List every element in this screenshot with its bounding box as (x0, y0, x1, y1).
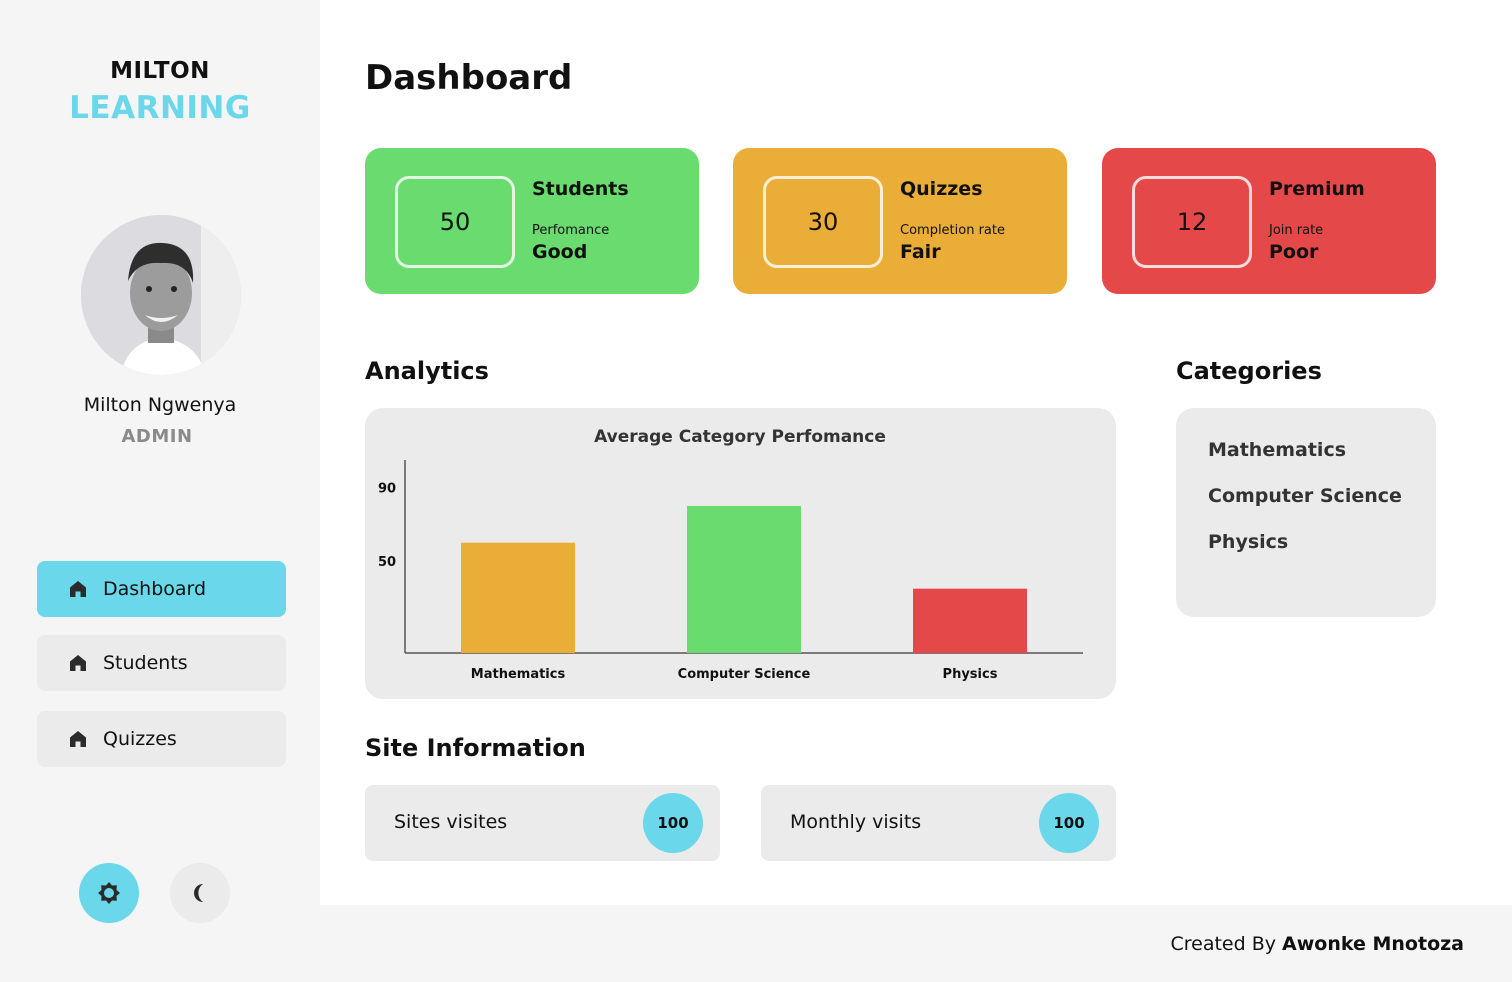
stat-rating: Fair (900, 241, 941, 263)
footer-author: Awonke Mnotoza (1282, 933, 1464, 955)
page-title: Dashboard (365, 58, 573, 98)
category-item-physics[interactable]: Physics (1208, 531, 1288, 553)
sidebar: MILTON LEARNING Milton Ngwenya ADMIN Das… (0, 0, 320, 982)
site-visits-card: Sites visites 100 (365, 785, 720, 861)
categories-card: Mathematics Computer Science Physics (1176, 408, 1436, 617)
sun-icon (98, 882, 120, 904)
stat-value: 50 (395, 176, 515, 268)
avatar (81, 215, 241, 375)
stat-subtitle: Completion rate (900, 223, 1005, 238)
stat-subtitle: Perfomance (532, 223, 610, 238)
moon-icon (194, 884, 203, 902)
user-role: ADMIN (121, 426, 193, 447)
stat-card-premium[interactable]: 12 Premium Join rate Poor (1102, 148, 1436, 294)
analytics-chart-card: Average Category Perfomance 50 90 Mathemati… (365, 408, 1116, 699)
sidebar-item-quizzes[interactable]: Quizzes (37, 711, 286, 767)
stat-title: Premium (1269, 178, 1365, 200)
monthly-visits-count: 100 (1039, 793, 1099, 853)
footer: Created By Awonke Mnotoza (320, 905, 1512, 982)
category-item-mathematics[interactable]: Mathematics (1208, 439, 1346, 461)
sidebar-item-label: Dashboard (103, 578, 207, 600)
bar-physics (913, 588, 1027, 653)
monthly-visits-card: Monthly visits 100 (761, 785, 1116, 861)
categories-title: Categories (1176, 357, 1322, 385)
user-name: Milton Ngwenya (83, 394, 237, 416)
sidebar-item-dashboard[interactable]: Dashboard (37, 561, 286, 617)
x-tick-label: Physics (943, 667, 998, 682)
footer-credit: Created By Awonke Mnotoza (1170, 933, 1464, 955)
stat-value: 12 (1132, 176, 1252, 268)
home-icon (69, 654, 87, 672)
y-tick-label: 50 (378, 555, 396, 570)
site-visits-count: 100 (643, 793, 703, 853)
y-tick-label: 90 (378, 482, 396, 497)
light-mode-button[interactable] (79, 863, 139, 923)
category-item-computer-science[interactable]: Computer Science (1208, 485, 1402, 507)
home-icon (69, 730, 87, 748)
stat-title: Students (532, 178, 629, 200)
sidebar-item-label: Quizzes (103, 728, 177, 750)
sidebar-item-students[interactable]: Students (37, 635, 286, 691)
chart-title: Average Category Perfomance (594, 427, 886, 447)
site-visits-label: Sites visites (394, 811, 508, 833)
profile-photo (81, 215, 241, 375)
dark-mode-button[interactable] (170, 863, 230, 923)
x-tick-label: Mathematics (471, 667, 566, 682)
sidebar-item-label: Students (103, 652, 188, 674)
bar-mathematics (461, 542, 575, 653)
stat-title: Quizzes (900, 178, 983, 200)
footer-prefix: Created By (1170, 933, 1276, 955)
stat-card-students[interactable]: 50 Students Perfomance Good (365, 148, 699, 294)
home-icon (69, 580, 87, 598)
stat-subtitle: Join rate (1269, 223, 1324, 238)
stat-rating: Poor (1269, 241, 1319, 263)
brand-subtitle: LEARNING (69, 90, 251, 126)
monthly-visits-label: Monthly visits (790, 811, 922, 833)
bar-chart: Average Category Perfomance 50 90 Mathemati… (378, 427, 1083, 682)
stat-rating: Good (532, 241, 588, 263)
stat-value: 30 (763, 176, 883, 268)
site-info-title: Site Information (365, 734, 586, 762)
stat-card-quizzes[interactable]: 30 Quizzes Completion rate Fair (733, 148, 1067, 294)
brand-name: MILTON (110, 58, 210, 84)
bar-computer-science (687, 505, 801, 653)
analytics-title: Analytics (365, 357, 489, 385)
x-tick-label: Computer Science (678, 667, 811, 682)
